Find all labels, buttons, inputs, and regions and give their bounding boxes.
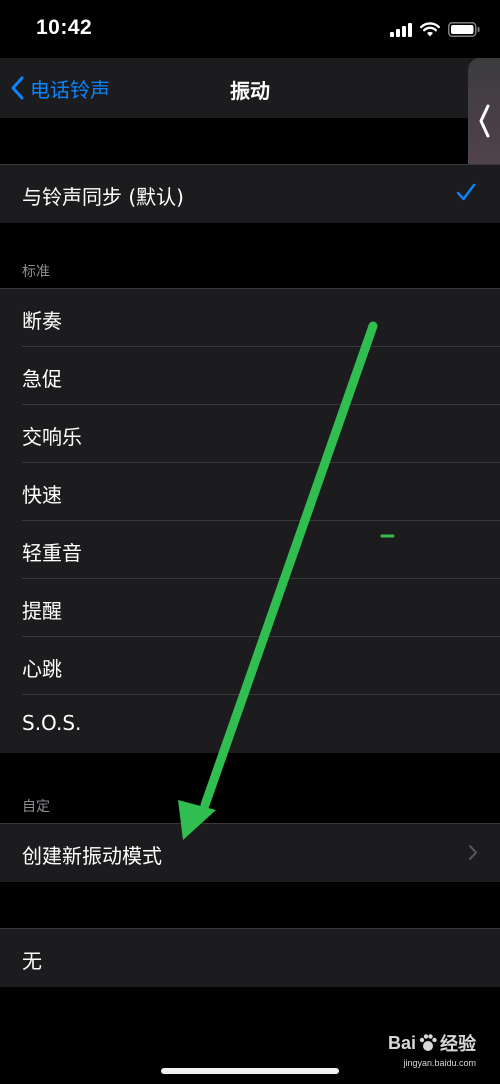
option-label: 交响乐 (22, 425, 82, 449)
create-new-vibration-button[interactable]: 创建新振动模式 (0, 824, 500, 882)
navigation-bar: 电话铃声 振动 (0, 58, 500, 118)
section-header-standard: 标准 (22, 264, 50, 280)
option-label: 急促 (22, 367, 62, 391)
vibration-option-accent[interactable]: 轻重音 (0, 521, 500, 579)
vibration-option-none[interactable]: 无 (0, 929, 500, 987)
vibration-option-symphony[interactable]: 交响乐 (0, 405, 500, 463)
baidu-watermark: Bai 经验 jingyan.baidu.com (388, 1030, 476, 1069)
option-label: 提醒 (22, 599, 62, 623)
sync-with-ringtone-option[interactable]: 与铃声同步 (默认) (0, 165, 500, 223)
battery-icon (448, 22, 480, 37)
cellular-signal-icon (390, 22, 412, 37)
option-label: 无 (22, 949, 42, 973)
watermark-logo-text: Bai (387, 1032, 416, 1053)
vibration-option-rapid[interactable]: 急促 (0, 347, 500, 405)
vibration-option-sos[interactable]: S.O.S. (0, 695, 500, 753)
watermark-site: jingyan.baidu.com (403, 1058, 476, 1068)
vibration-option-quick[interactable]: 快速 (0, 463, 500, 521)
status-bar: 10:42 (0, 0, 500, 58)
watermark-logo-suffix: 经验 (440, 1034, 476, 1054)
status-icons (390, 22, 480, 37)
option-label: 轻重音 (22, 541, 82, 565)
chevron-right-icon (469, 845, 477, 860)
chevron-left-icon (479, 104, 490, 138)
page-title: 振动 (230, 79, 270, 103)
vibration-option-staccato[interactable]: 断奏 (0, 289, 500, 347)
paw-icon (419, 1034, 437, 1051)
option-label: S.O.S. (22, 711, 82, 735)
option-label: 断奏 (22, 309, 62, 333)
option-label: 快速 (22, 483, 62, 507)
status-time: 10:42 (36, 16, 93, 39)
wifi-icon (420, 22, 440, 37)
section-header-custom: 自定 (22, 799, 50, 815)
watermark-logo: Bai 经验 (388, 1030, 476, 1056)
option-label: 与铃声同步 (默认) (22, 185, 184, 209)
checkmark-icon (456, 183, 476, 201)
vibration-option-heartbeat[interactable]: 心跳 (0, 637, 500, 695)
option-label: 创建新振动模式 (22, 844, 162, 868)
vibration-option-alert[interactable]: 提醒 (0, 579, 500, 637)
option-label: 心跳 (22, 657, 62, 681)
home-indicator[interactable] (161, 1068, 339, 1074)
